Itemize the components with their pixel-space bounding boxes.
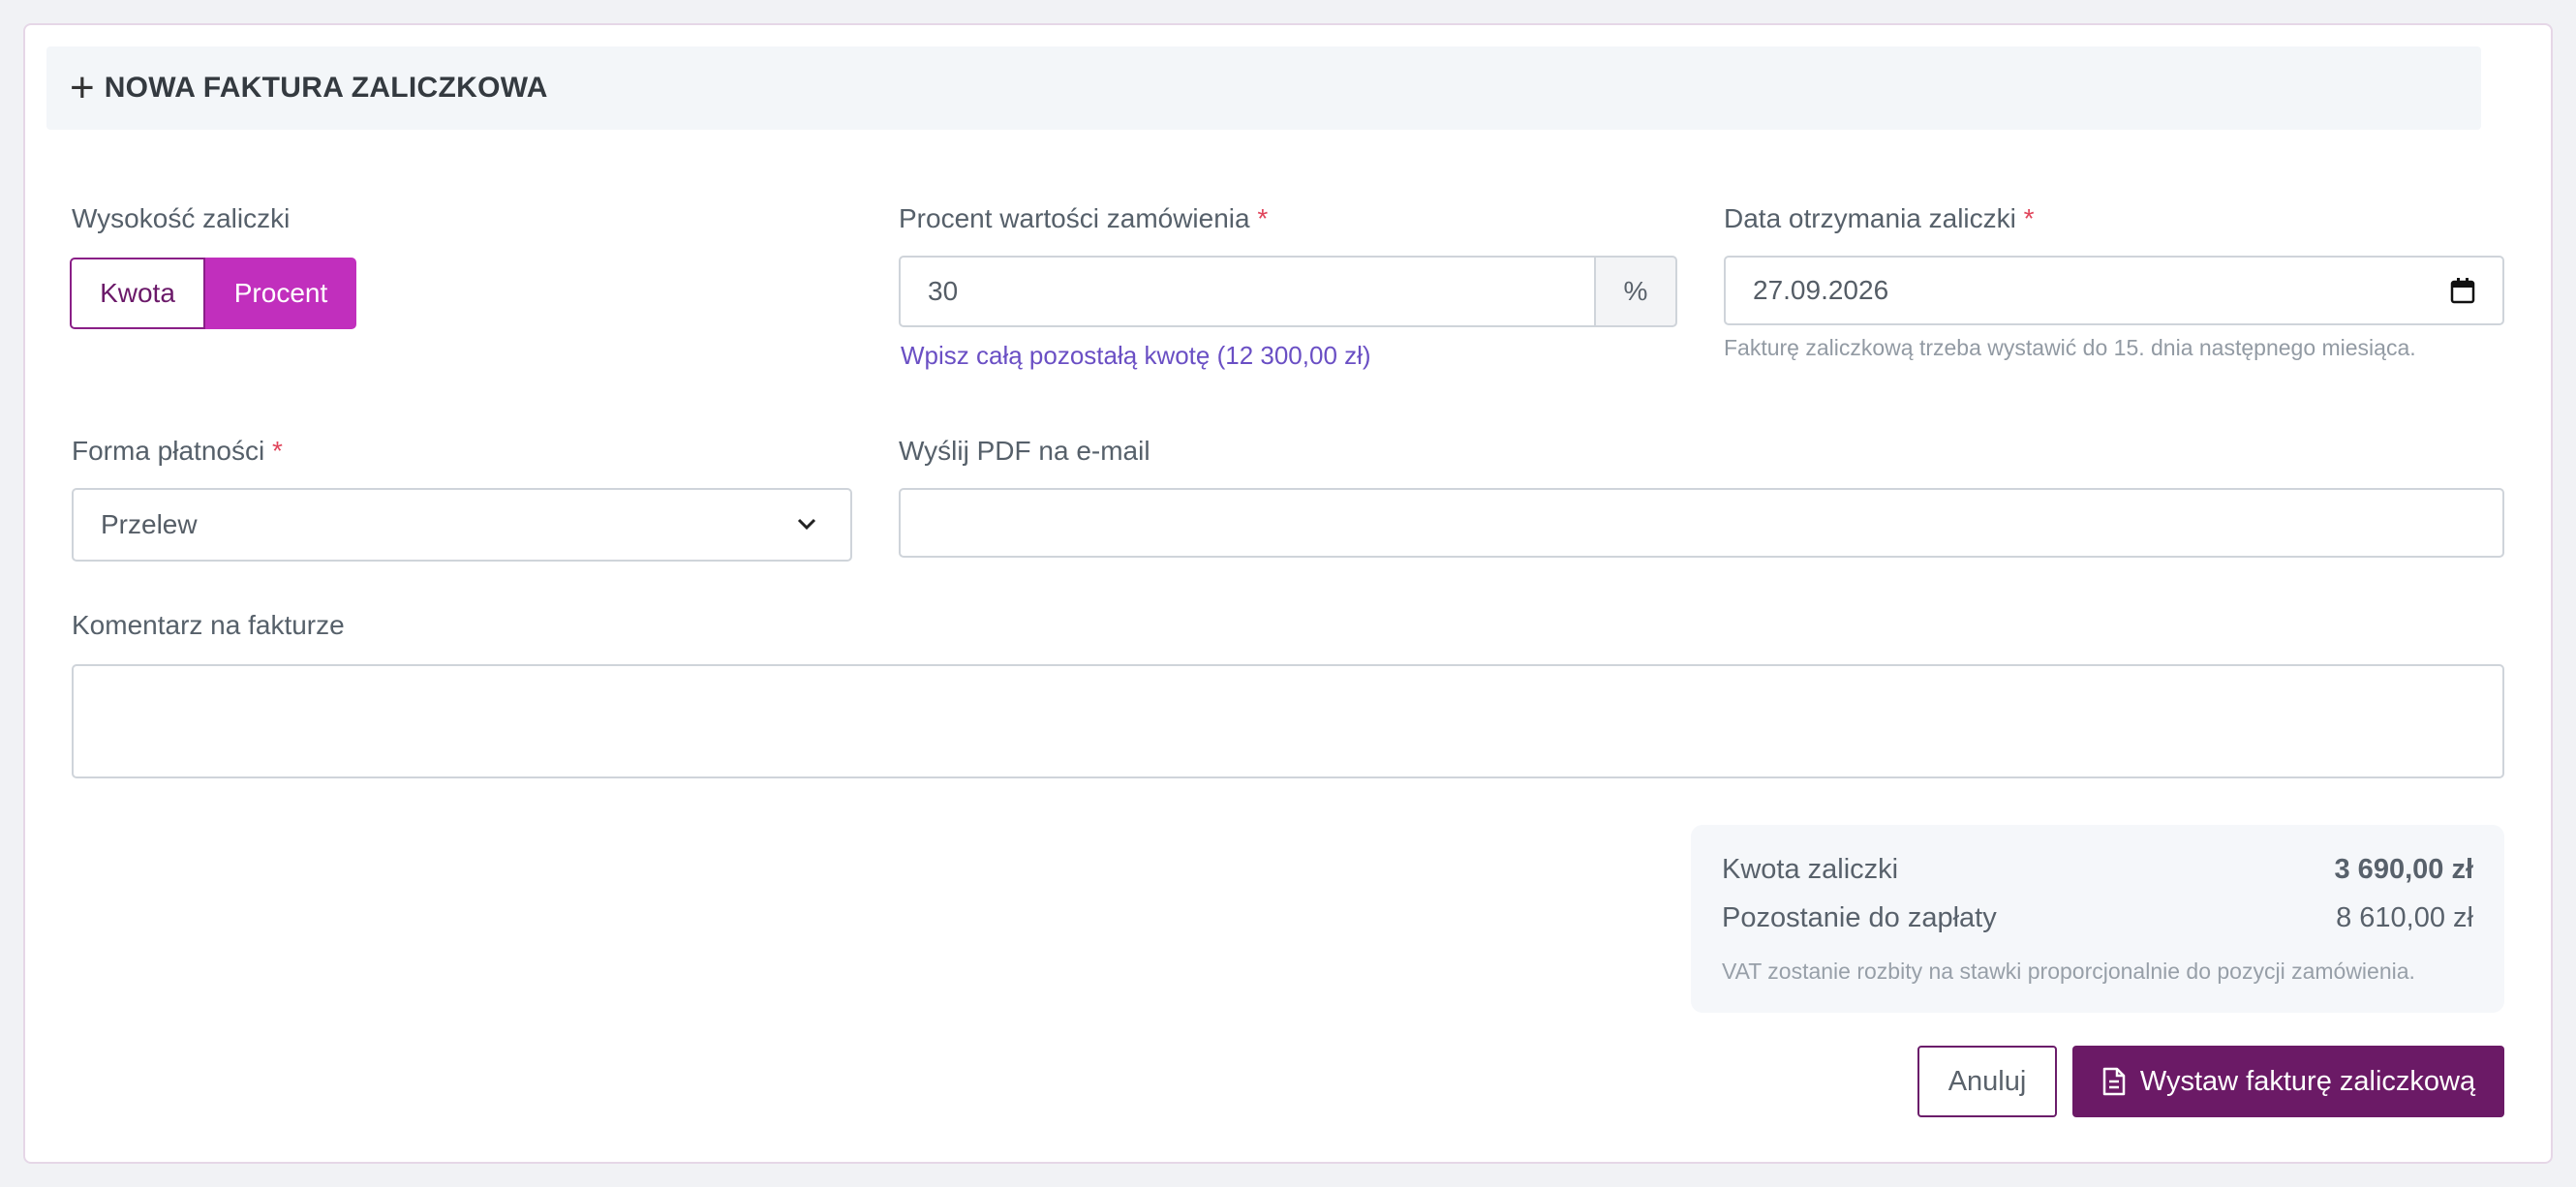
submit-label: Wystaw fakturę zaliczkową xyxy=(2139,1065,2476,1097)
payment-label: Forma płatności * xyxy=(72,436,283,467)
form-header: + NOWA FAKTURA ZALICZKOWA xyxy=(46,46,2481,130)
comment-label: Komentarz na fakturze xyxy=(72,610,345,640)
remaining-label: Pozostanie do zapłaty xyxy=(1722,902,1997,933)
amount-label: Kwota zaliczki xyxy=(1722,854,1899,885)
payment-select[interactable]: Przelew xyxy=(72,488,852,562)
vat-note: VAT zostanie rozbity na stawki proporcjo… xyxy=(1722,959,2415,984)
comment-textarea[interactable] xyxy=(72,664,2504,778)
date-label: Data otrzymania zaliczki * xyxy=(1724,203,2035,234)
form-title: NOWA FAKTURA ZALICZKOWA xyxy=(104,72,548,104)
fill-remaining-link[interactable]: Wpisz całą pozostałą kwotę (12 300,00 zł… xyxy=(901,341,1371,371)
toggle-procent-button[interactable]: Procent xyxy=(205,258,356,329)
required-mark: * xyxy=(2023,203,2035,233)
summary-panel: Kwota zaliczki 3 690,00 zł Pozostanie do… xyxy=(1691,825,2504,1013)
remaining-value: 8 610,00 zł xyxy=(2336,902,2473,933)
email-label: Wyślij PDF na e-mail xyxy=(899,436,1150,466)
payment-label-text: Forma płatności xyxy=(72,436,265,466)
date-value: 27.09.2026 xyxy=(1753,275,1889,305)
amount-type-label: Wysokość zaliczki xyxy=(72,203,291,233)
email-input[interactable] xyxy=(899,488,2504,558)
required-mark: * xyxy=(271,436,283,466)
plus-icon: + xyxy=(70,64,95,111)
cancel-button[interactable]: Anuluj xyxy=(1917,1046,2057,1117)
required-mark: * xyxy=(1257,203,1269,233)
amount-value: 3 690,00 zł xyxy=(2334,854,2474,885)
percent-label-text: Procent wartości zamówienia xyxy=(899,203,1250,233)
calendar-icon[interactable] xyxy=(2450,277,2475,304)
toggle-kwota-button[interactable]: Kwota xyxy=(70,258,205,329)
payment-value: Przelew xyxy=(101,509,198,539)
percent-label: Procent wartości zamówienia * xyxy=(899,203,1268,234)
summary-remaining-row: Pozostanie do zapłaty 8 610,00 zł xyxy=(1722,902,2473,934)
percent-input[interactable]: 30 xyxy=(899,256,1596,327)
date-input[interactable]: 27.09.2026 xyxy=(1724,256,2504,325)
date-label-text: Data otrzymania zaliczki xyxy=(1724,203,2016,233)
date-help-text: Fakturę zaliczkową trzeba wystawić do 15… xyxy=(1724,335,2416,360)
document-icon xyxy=(2102,1067,2126,1096)
amount-type-toggle: Kwota Procent xyxy=(70,258,356,329)
summary-amount-row: Kwota zaliczki 3 690,00 zł xyxy=(1722,854,2473,886)
percent-addon: % xyxy=(1594,256,1677,327)
chevron-down-icon xyxy=(797,518,816,531)
submit-invoice-button[interactable]: Wystaw fakturę zaliczkową xyxy=(2072,1046,2504,1117)
